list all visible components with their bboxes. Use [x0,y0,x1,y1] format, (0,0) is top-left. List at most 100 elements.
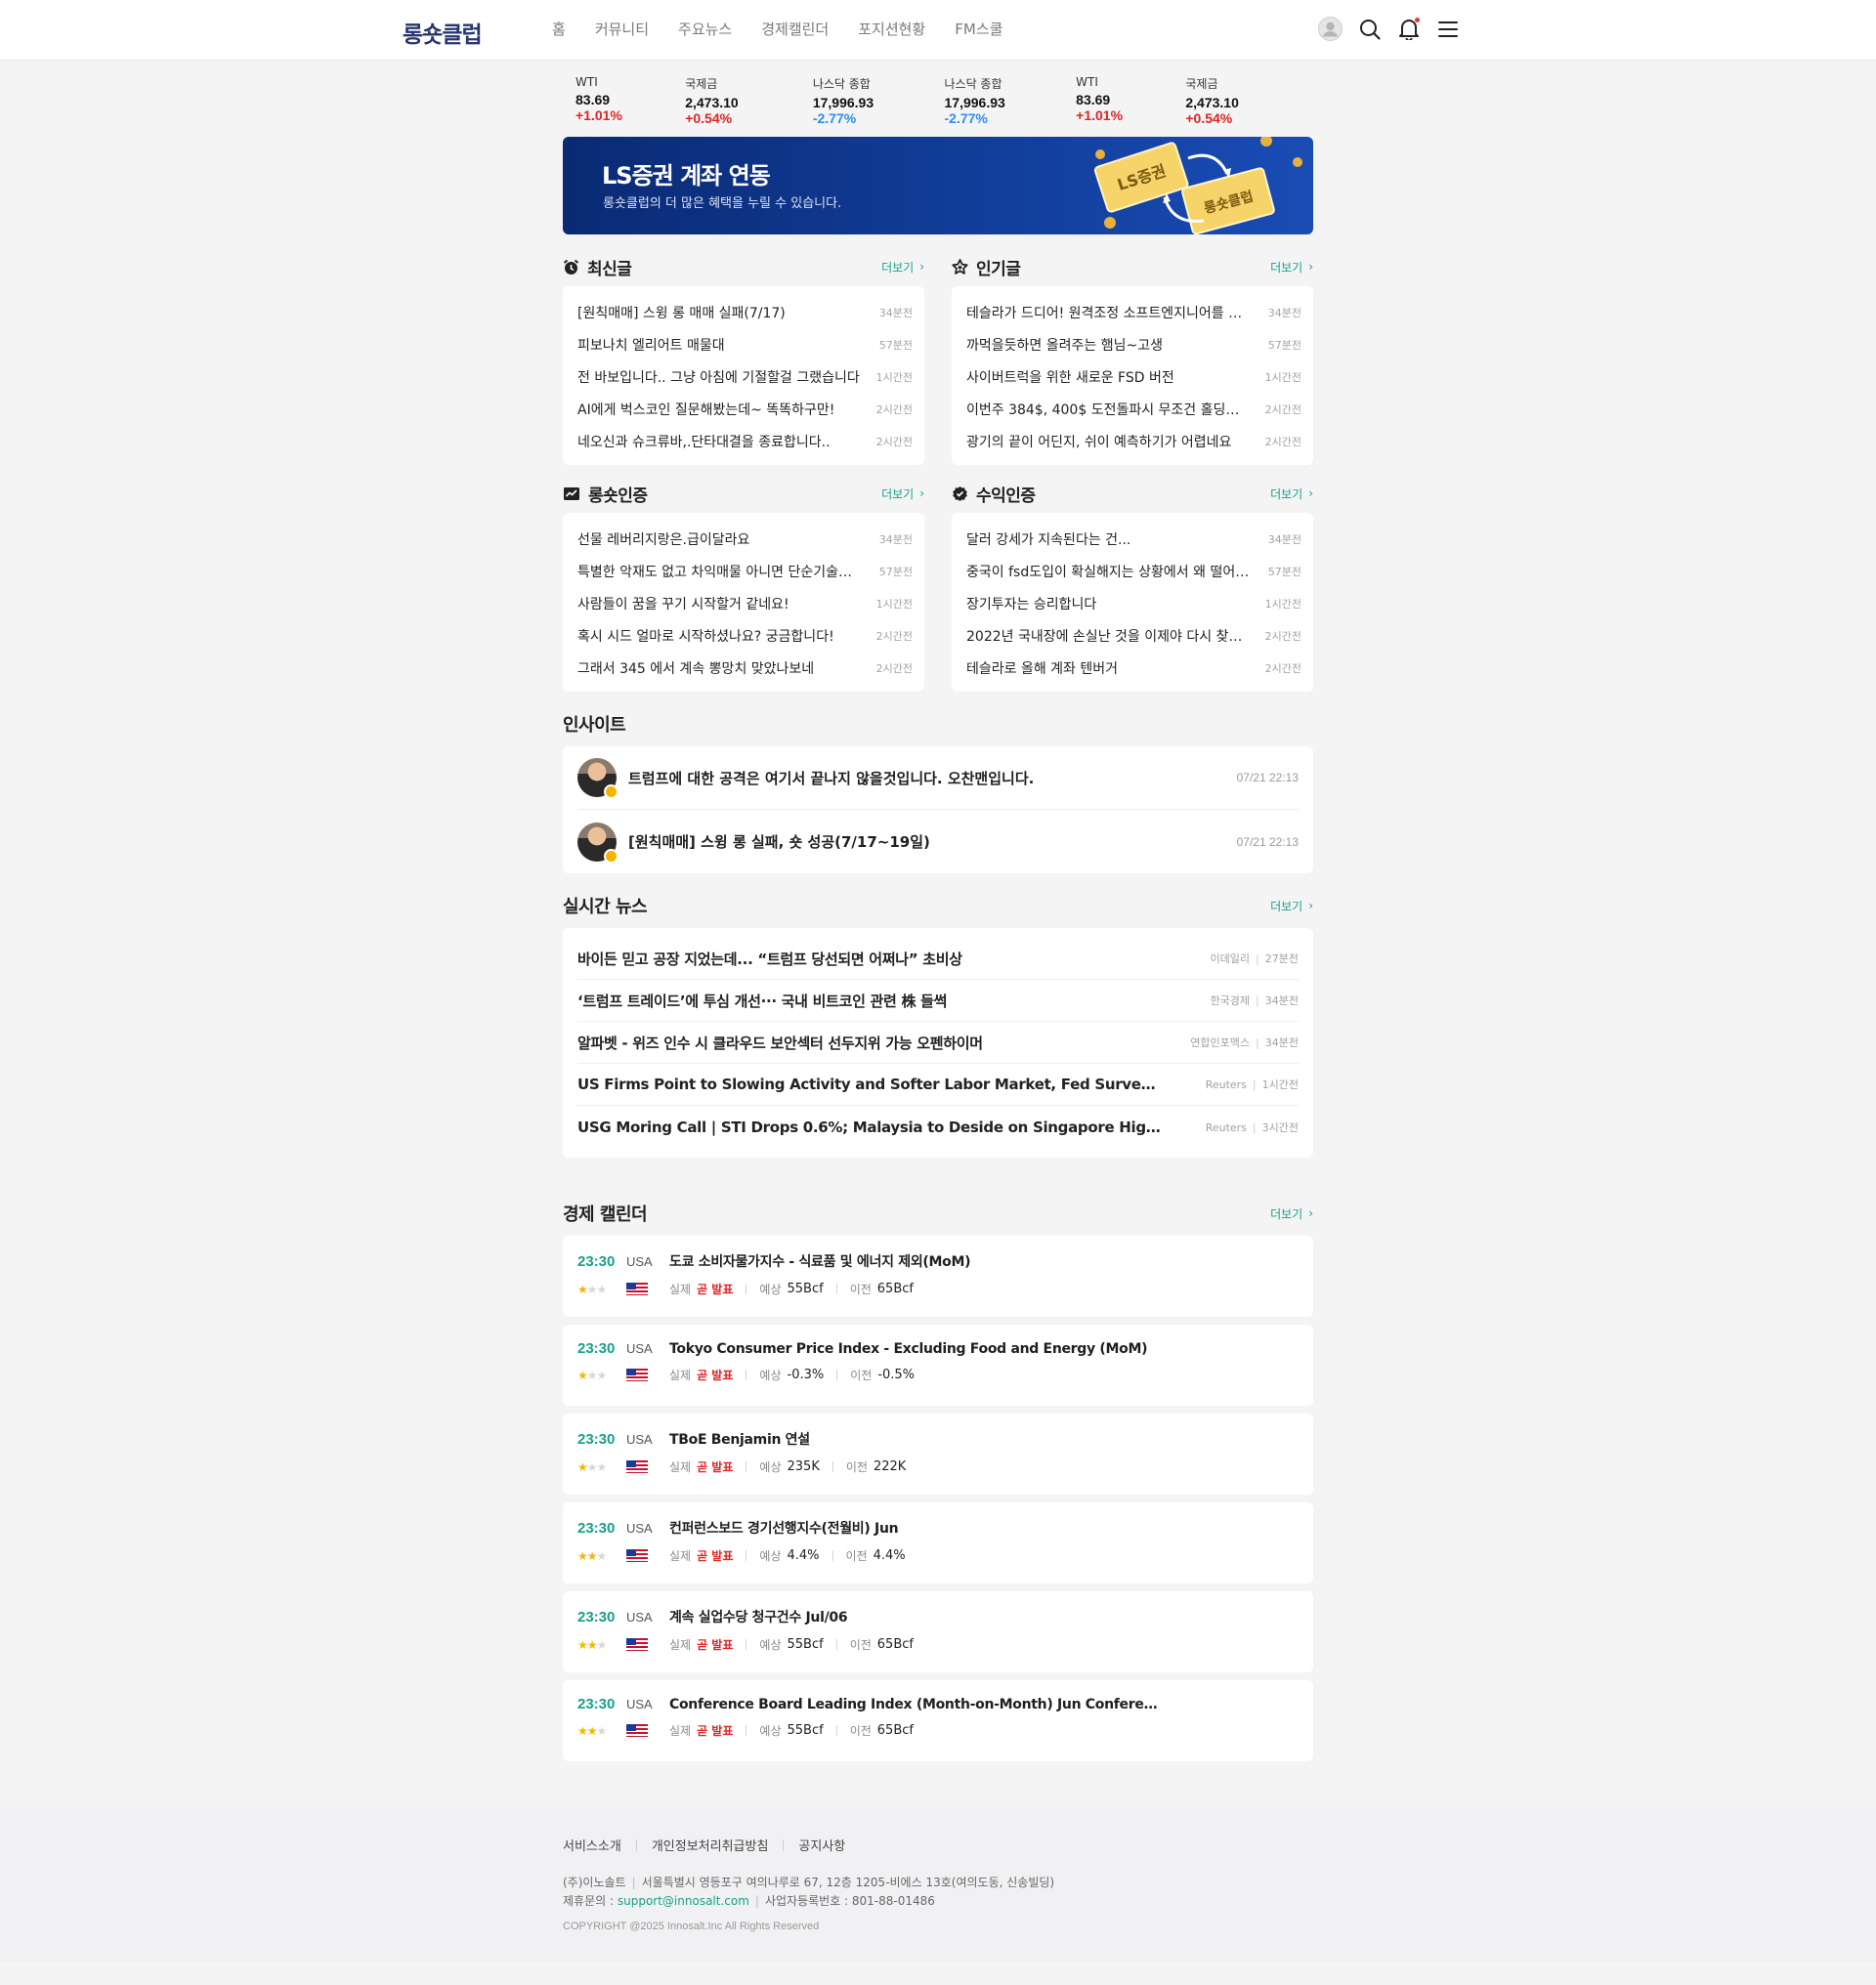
list-item[interactable]: 이번주 384$, 400$ 도전돌파시 무조건 홀딩입니다 2시간전 [966,393,1301,425]
list-item[interactable]: 혹시 시드 얼마로 시작하셨나요? 궁금합니다! 2시간전 [577,619,913,652]
calendar-item[interactable]: 23:30 USA 컨퍼런스보드 경기선행지수(전월비) Jun ★★★ 실제 곧… [563,1502,1313,1584]
more-link[interactable]: 더보기 › [881,486,924,502]
logo[interactable]: 롱숏클럽 [403,16,483,49]
post-title: 2022년 국내장에 손실난 것을 이제야 다시 찾았습니다 [966,628,1250,645]
calendar-item[interactable]: 23:30 USA Tokyo Consumer Price Index - E… [563,1325,1313,1406]
previous-value: 4.4% [873,1548,906,1563]
calendar-item[interactable]: 23:30 USA 계속 실업수당 청구건수 Jul/06 ★★★ 실제 곧 발표… [563,1591,1313,1672]
post-time: 2시간전 [1264,435,1301,448]
menu-icon[interactable] [1435,17,1460,41]
previous-value: 65Bcf [876,1637,914,1652]
previous-value: -0.5% [877,1368,916,1382]
post-time: 2시간전 [1264,629,1301,643]
insight-title: [원칙매매] 스윙 롱 실패, 숏 성공(7/17~19일) [628,833,930,851]
list-item[interactable]: 전 바보입니다.. 그냥 아침에 기절할걸 그랬습니다 1시간전 [577,360,913,393]
calendar-item[interactable]: 23:30 USA 도쿄 소비자물가지수 - 식료품 및 에너지 제외(MoM)… [563,1236,1313,1317]
news-title: 바이든 믿고 공장 지었는데... “트럼프 당선되면 어쩌나” 초비상 [577,950,962,968]
previous-label: 이전 [845,1549,868,1563]
ticker-name: 나스닥 종합 [812,77,871,91]
list-item[interactable]: 선물 레버리지랑은.급이달라요 34분전 [577,523,913,555]
list-item[interactable]: 사람들이 꿈을 꾸기 시작할거 같네요! 1시간전 [577,587,913,619]
forecast-value: 235K [787,1459,820,1474]
list-item[interactable]: AI에게 벅스코인 질문해봤는데~ 똑똑하구만! 2시간전 [577,393,913,425]
contact-email[interactable]: support@innosalt.com [618,1894,749,1908]
banner-title: LS증권 계좌 연동 [602,162,771,190]
post-title: 까먹을듯하면 올려주는 햄님~고생 [966,337,1163,354]
nav-positions[interactable]: 포지션현황 [858,19,925,39]
insight-item[interactable]: 트럼프에 대한 공격은 여기서 끝나지 않을것입니다. 오찬맨입니다. 07/2… [577,746,1299,810]
post-title: AI에게 벅스코인 질문해봤는데~ 똑똑하구만! [577,401,835,418]
ticker-value: 2,473.10 [1185,95,1239,110]
list-item[interactable]: [원칙매매] 스윙 롱 매매 실패(7/17) 34분전 [577,296,913,328]
ticker-item[interactable]: 나스닥 종합 17,996.93 -2.77% [812,75,916,126]
user-avatar-icon[interactable] [1318,17,1343,41]
list-item[interactable]: 피보나치 엘리어트 매물대 57분전 [577,328,913,360]
news-source: Reuters [1205,1120,1247,1134]
news-time: 1시간전 [1261,1078,1299,1091]
list-item[interactable]: 사이버트럭을 위한 새로운 FSD 버전 1시간전 [966,360,1301,393]
list-item[interactable]: 중국이 fsd도입이 확실해지는 상황에서 왜 떨어지나요 57분전 [966,555,1301,587]
news-item[interactable]: USG Moring Call | STI Drops 0.6%; Malays… [577,1106,1299,1148]
list-item[interactable]: 광기의 끝이 어딘지, 쉬이 예측하기가 어렵네요 2시간전 [966,425,1301,457]
actual-label: 실제 [669,1549,692,1563]
news-item[interactable]: US Firms Point to Slowing Activity and S… [577,1064,1299,1106]
footer-link-about[interactable]: 서비스소개 [563,1836,621,1854]
nav-calendar[interactable]: 경제캘린더 [761,19,829,39]
list-item[interactable]: 장기투자는 승리합니다 1시간전 [966,587,1301,619]
bell-icon[interactable] [1396,17,1421,41]
ticker-change: +1.01% [1076,107,1124,123]
ticker-item[interactable]: WTI 83.69 +1.01% [576,75,656,123]
previous-label: 이전 [849,1638,872,1652]
news-item[interactable]: ‘트럼프 트레이드’에 투심 개선··· 국내 비트코인 관련 株 들썩 한국경제… [577,980,1299,1022]
search-icon[interactable] [1357,17,1382,41]
more-link[interactable]: 더보기 › [1270,1205,1313,1222]
chevron-right-icon: › [919,486,924,500]
nav-news[interactable]: 주요뉴스 [678,19,732,39]
ticker-item[interactable]: WTI 83.69 +1.01% [1076,75,1156,123]
list-item[interactable]: 그래서 345 에서 계속 뽕망치 맞았나보네 2시간전 [577,652,913,684]
nav-home[interactable]: 홈 [552,19,566,39]
post-time: 34분전 [878,532,913,546]
actual-value: 곧 발표 [697,1460,734,1474]
footer-link-notice[interactable]: 공지사항 [798,1836,845,1854]
nav-fm-school[interactable]: FM스쿨 [955,19,1002,39]
business-number: 사업자등록번호 : 801-88-01486 [764,1894,935,1908]
list-item[interactable]: 테슬라가 드디어! 원격조정 소프트엔지니어를 뽑는다 34분전 [966,296,1301,328]
importance-stars-icon: ★★★ [577,1282,607,1296]
ticker-item[interactable]: 나스닥 종합 17,996.93 -2.77% [945,75,1047,126]
more-label: 더보기 [1270,1206,1303,1221]
list-item[interactable]: 달러 강세가 지속된다는 건... 34분전 [966,523,1301,555]
ticker-value: 2,473.10 [685,95,739,110]
previous-field: 이전 65Bcf [850,1722,914,1739]
more-link[interactable]: 더보기 › [1270,259,1313,275]
calendar-item[interactable]: 23:30 USA TBoE Benjamin 연설 ★★★ 실제 곧 발표 예상… [563,1414,1313,1495]
news-item[interactable]: 알파벳 - 위즈 인수 시 클라우드 보안섹터 선두지위 가능 오펜하이머 연합인… [577,1022,1299,1064]
list-item[interactable]: 네오신과 슈크류바,.단타대결을 종료합니다.. 2시간전 [577,425,913,457]
post-title: 사람들이 꿈을 꾸기 시작할거 같네요! [577,596,789,612]
more-link[interactable]: 더보기 › [881,259,924,275]
nav-community[interactable]: 커뮤니티 [595,19,649,39]
board-title: 수익인증 [976,486,1036,506]
footer-link-privacy[interactable]: 개인정보처리취급방침 [652,1836,769,1854]
previous-field: 이전 65Bcf [850,1636,914,1653]
banner-cards-illustration: LS증권 롱숏클럽 [1093,137,1302,234]
more-link[interactable]: 더보기 › [1270,486,1313,502]
news-title: ‘트럼프 트레이드’에 투심 개선··· 국내 비트코인 관련 株 들썩 [577,992,948,1010]
ticker-item[interactable]: 국제금 2,473.10 +0.54% [1185,75,1284,126]
list-item[interactable]: 테슬라로 올해 계좌 텐버거 2시간전 [966,652,1301,684]
news-item[interactable]: 바이든 믿고 공장 지었는데... “트럼프 당선되면 어쩌나” 초비상 이데일리… [577,938,1299,980]
more-link[interactable]: 더보기 › [1270,898,1313,914]
avatar [577,758,618,799]
calendar-item[interactable]: 23:30 USA Conference Board Leading Index… [563,1680,1313,1761]
list-item[interactable]: 까먹을듯하면 올려주는 햄님~고생 57분전 [966,328,1301,360]
event-time: 23:30 [577,1696,616,1712]
actual-value: 곧 발표 [697,1283,734,1296]
post-title: 중국이 fsd도입이 확실해지는 상황에서 왜 떨어지나요 [966,564,1250,580]
ls-account-banner[interactable]: LS증권 계좌 연동 롱숏클럽의 더 많은 혜택을 누릴 수 있습니다. LS증… [563,137,1313,234]
forecast-label: 예상 [759,1283,782,1296]
insight-item[interactable]: [원칙매매] 스윙 롱 실패, 숏 성공(7/17~19일) 07/21 22:… [577,810,1299,873]
ticker-item[interactable]: 국제금 2,473.10 +0.54% [685,75,784,126]
event-country: USA [626,1341,653,1356]
list-item[interactable]: 2022년 국내장에 손실난 것을 이제야 다시 찾았습니다 2시간전 [966,619,1301,652]
list-item[interactable]: 특별한 악재도 없고 차익매물 아니면 단순기술적 조정 57분전 [577,555,913,587]
